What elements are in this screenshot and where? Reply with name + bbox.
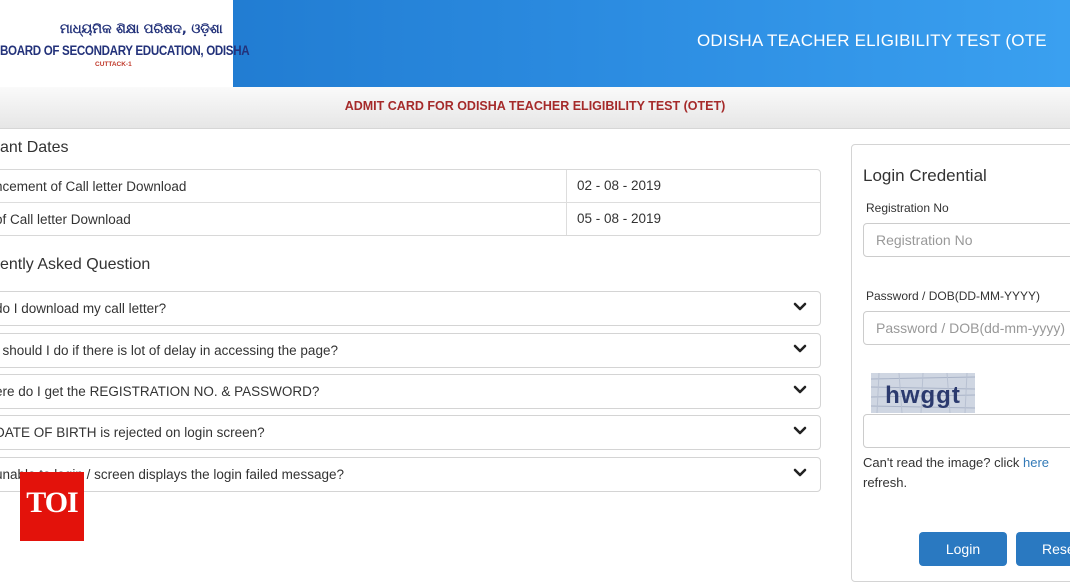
chevron-down-icon[interactable]: [792, 299, 808, 315]
captcha-help-text: Can't read the image? click here refresh…: [863, 453, 1049, 493]
faq-item-download-call-letter[interactable]: do I download my call letter?: [0, 291, 821, 326]
reset-button[interactable]: Rese: [1016, 532, 1070, 566]
password-input[interactable]: [863, 311, 1070, 345]
faq-heading: ently Asked Question: [0, 256, 151, 273]
password-label: Password / DOB(DD-MM-YYYY): [866, 289, 1041, 303]
dates-table: ncement of Call letter Download 02 - 08 …: [0, 169, 821, 236]
login-button[interactable]: Login: [919, 532, 1007, 566]
faq-question: t should I do if there is lot of delay i…: [0, 343, 338, 358]
chevron-down-icon[interactable]: [792, 341, 808, 357]
table-row: ncement of Call letter Download 02 - 08 …: [0, 170, 820, 203]
date-value: 02 - 08 - 2019: [566, 170, 817, 202]
header-title: ODISHA TEACHER ELIGIBILITY TEST (OTE: [697, 31, 1047, 50]
date-label: of Call letter Download: [0, 212, 131, 227]
dates-heading: ant Dates: [0, 139, 69, 156]
faq-question: DATE OF BIRTH is rejected on login scree…: [0, 425, 265, 440]
faq-item-dob-rejected[interactable]: DATE OF BIRTH is rejected on login scree…: [0, 415, 821, 450]
login-panel: Login Credential Registration No Passwor…: [851, 144, 1070, 582]
faq-item-registration-password[interactable]: ere do I get the REGISTRATION NO. & PASS…: [0, 374, 821, 409]
captcha-input[interactable]: [863, 414, 1070, 448]
admit-card-bar: ADMIT CARD FOR ODISHA TEACHER ELIGIBILIT…: [0, 87, 1070, 129]
chevron-down-icon[interactable]: [792, 382, 808, 398]
date-label: ncement of Call letter Download: [0, 179, 187, 194]
page-header: ମାଧ୍ୟମିକ ଶିକ୍ଷା ପରିଷଦ, ଓଡ଼ିଶା BOARD OF S…: [0, 0, 1070, 87]
chevron-down-icon[interactable]: [792, 423, 808, 439]
logo-city-text: CUTTACK-1: [95, 61, 132, 68]
captcha-text: hwggt: [885, 382, 961, 409]
toi-watermark: TOI: [20, 472, 84, 541]
date-value: 05 - 08 - 2019: [566, 203, 817, 235]
registration-input[interactable]: [863, 223, 1070, 257]
captcha-refresh-link[interactable]: here: [1023, 455, 1049, 470]
captcha-help-suffix: refresh.: [863, 475, 908, 490]
table-row: of Call letter Download 05 - 08 - 2019: [0, 203, 820, 235]
board-logo[interactable]: ମାଧ୍ୟମିକ ଶିକ୍ଷା ପରିଷଦ, ଓଡ଼ିଶା BOARD OF S…: [0, 0, 250, 87]
faq-item-login-failed[interactable]: unable to login / screen displays the lo…: [0, 457, 821, 492]
captcha-image: hwggt: [871, 373, 975, 413]
logo-board-text: BOARD OF SECONDARY EDUCATION, ODISHA: [0, 43, 250, 58]
faq-question: do I download my call letter?: [0, 301, 167, 316]
faq-question: ere do I get the REGISTRATION NO. & PASS…: [0, 384, 320, 399]
chevron-down-icon[interactable]: [792, 465, 808, 481]
admit-card-title: ADMIT CARD FOR ODISHA TEACHER ELIGIBILIT…: [344, 99, 726, 113]
faq-item-delay-accessing[interactable]: t should I do if there is lot of delay i…: [0, 333, 821, 368]
registration-label: Registration No: [866, 201, 949, 215]
logo-odia-text: ମାଧ୍ୟମିକ ଶିକ୍ଷା ପରିଷଦ, ଓଡ଼ିଶା: [60, 22, 223, 37]
login-title: Login Credential: [863, 166, 987, 185]
captcha-help-prefix: Can't read the image? click: [863, 455, 1024, 470]
